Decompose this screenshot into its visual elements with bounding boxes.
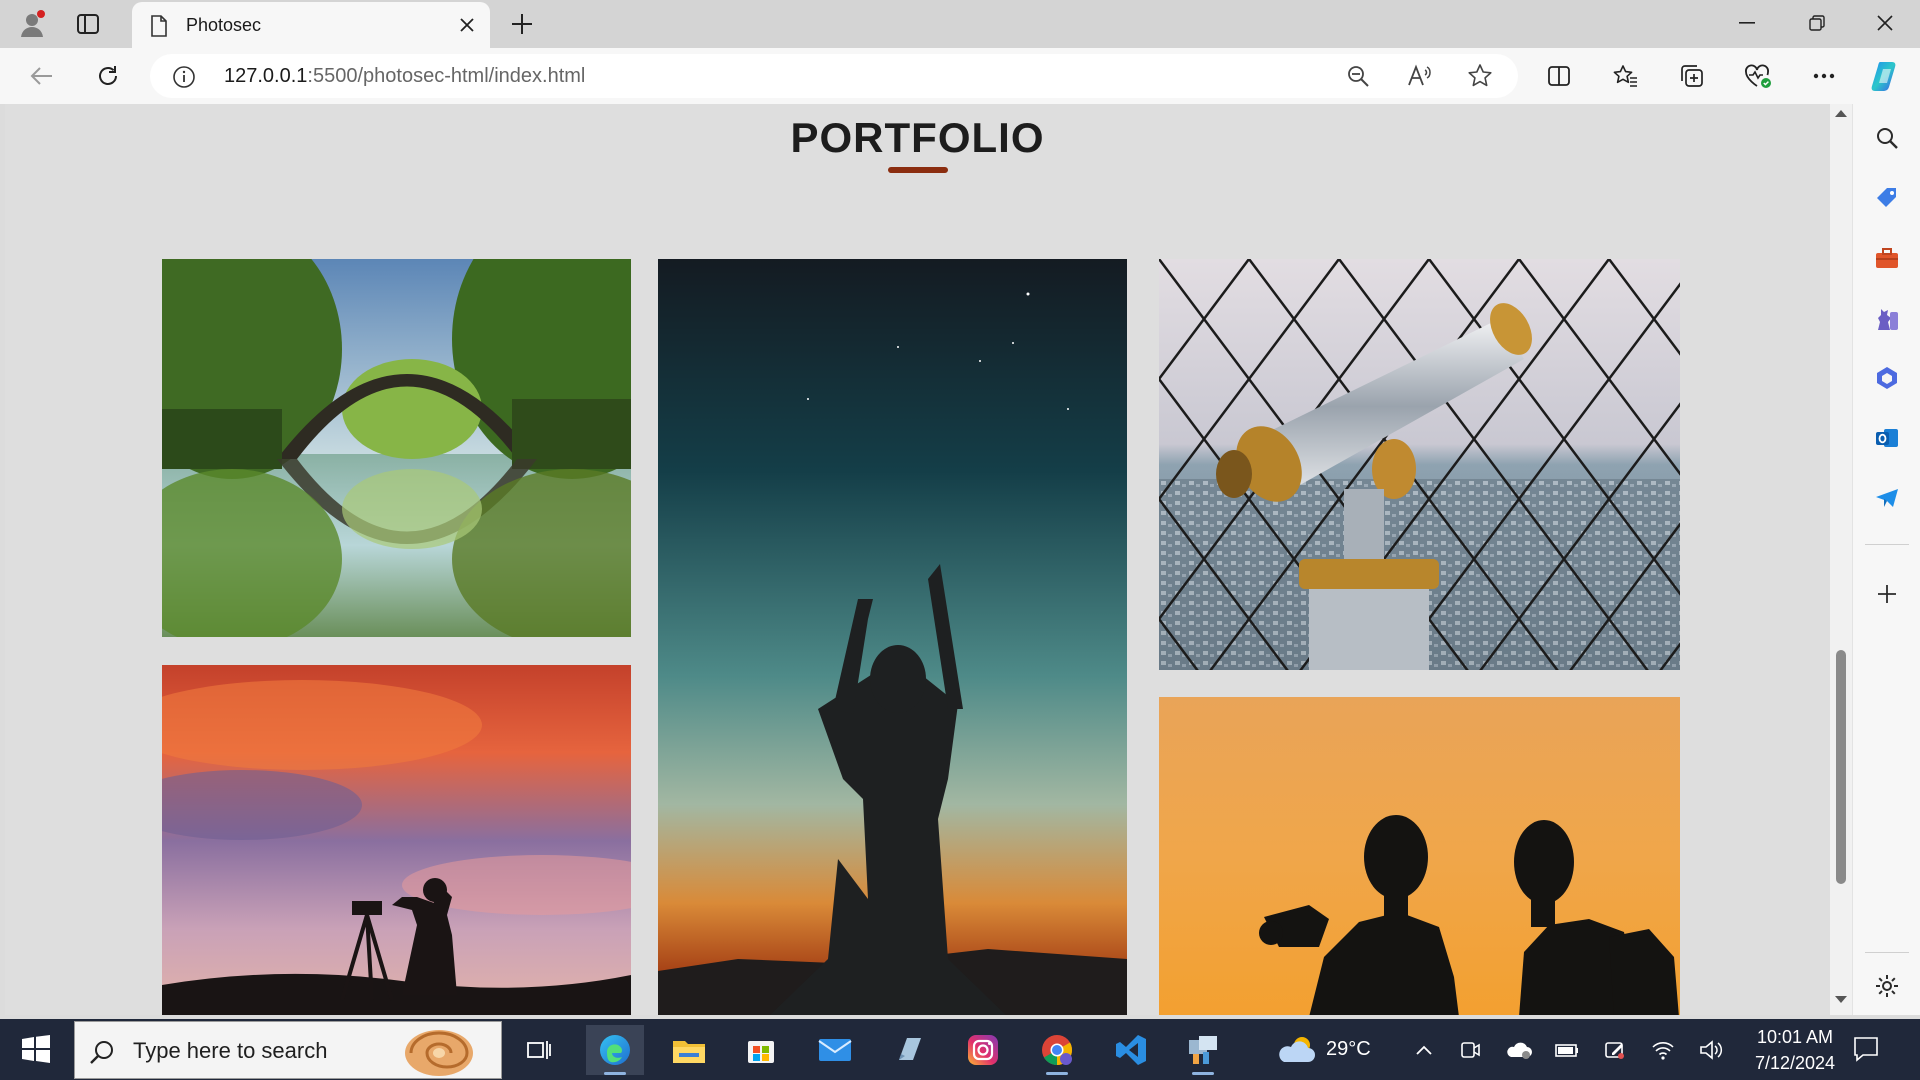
send-telegram-icon[interactable] bbox=[1867, 478, 1907, 518]
taskbar-edge-icon[interactable] bbox=[586, 1025, 644, 1075]
outlook-icon[interactable] bbox=[1867, 418, 1907, 458]
close-window-icon[interactable] bbox=[1852, 0, 1918, 46]
photo-crescent-moon-silhouette[interactable] bbox=[658, 259, 1127, 1015]
favorite-star-icon[interactable] bbox=[1462, 58, 1498, 94]
taskbar-search-box[interactable]: Type here to search bbox=[74, 1021, 502, 1079]
sidebar-divider bbox=[1865, 544, 1909, 545]
read-aloud-icon[interactable] bbox=[1402, 58, 1438, 94]
split-screen-icon[interactable] bbox=[1539, 56, 1579, 96]
task-view-icon[interactable] bbox=[510, 1025, 568, 1075]
title-underline bbox=[888, 167, 948, 173]
weather-cloud-icon[interactable] bbox=[1276, 1034, 1318, 1066]
games-chess-icon[interactable] bbox=[1867, 298, 1907, 338]
tab-title: Photosec bbox=[186, 15, 262, 35]
shopping-tag-icon[interactable] bbox=[1867, 178, 1907, 218]
weather-temperature[interactable]: 29°C bbox=[1326, 1038, 1371, 1061]
volume-speaker-icon[interactable] bbox=[1697, 1037, 1725, 1063]
section-title: PORTFOLIO bbox=[790, 114, 1045, 161]
address-bar[interactable]: 127.0.0.1:5500/photosec-html/index.html bbox=[150, 54, 1518, 98]
onedrive-cloud-icon[interactable] bbox=[1505, 1037, 1533, 1063]
microsoft-365-icon[interactable] bbox=[1867, 358, 1907, 398]
tab-photosec[interactable]: Photosec bbox=[132, 2, 490, 48]
browser-toolbar: 127.0.0.1:5500/photosec-html/index.html bbox=[0, 48, 1920, 104]
search-icon bbox=[89, 1039, 115, 1065]
sidebar-settings-gear-icon[interactable] bbox=[1867, 966, 1907, 1006]
instagram-icon[interactable] bbox=[954, 1025, 1012, 1075]
mail-icon[interactable] bbox=[806, 1025, 864, 1075]
notes-app-icon[interactable] bbox=[880, 1025, 938, 1075]
windows-taskbar: Type here to search 29°C 10:01 AM 7/12/2… bbox=[0, 1019, 1920, 1080]
pen-workspace-icon[interactable] bbox=[1601, 1037, 1629, 1063]
new-tab-icon[interactable] bbox=[502, 6, 542, 42]
collections-icon[interactable] bbox=[1672, 56, 1712, 96]
profile-avatar-icon[interactable] bbox=[12, 6, 52, 42]
address-host: 127.0.0.1 bbox=[224, 65, 308, 87]
copilot-icon[interactable] bbox=[1866, 56, 1906, 96]
address-path: :5500/photosec-html/index.html bbox=[307, 65, 586, 87]
tab-actions-icon[interactable] bbox=[68, 6, 108, 42]
photo-stone-arch-bridge[interactable] bbox=[162, 259, 631, 637]
refresh-icon[interactable] bbox=[88, 56, 128, 96]
file-explorer-icon[interactable] bbox=[660, 1025, 718, 1075]
favorites-icon[interactable] bbox=[1606, 56, 1646, 96]
meet-now-icon[interactable] bbox=[1456, 1037, 1484, 1063]
address-url[interactable]: 127.0.0.1:5500/photosec-html/index.html bbox=[224, 65, 585, 88]
minimize-icon[interactable] bbox=[1714, 0, 1780, 46]
taskbar-search-placeholder: Type here to search bbox=[133, 1038, 328, 1063]
wifi-icon[interactable] bbox=[1649, 1037, 1677, 1063]
photo-two-photographers[interactable] bbox=[1159, 697, 1680, 1015]
close-tab-icon[interactable] bbox=[454, 12, 480, 38]
restore-icon[interactable] bbox=[1784, 0, 1850, 46]
show-hidden-icons-chevron-icon[interactable] bbox=[1410, 1037, 1438, 1063]
clock-date[interactable]: 7/12/2024 bbox=[1740, 1053, 1850, 1074]
add-sidebar-app-icon[interactable] bbox=[1867, 574, 1907, 614]
scroll-down-arrow-icon[interactable] bbox=[1834, 995, 1848, 1005]
site-info-icon[interactable] bbox=[172, 65, 196, 89]
windows-start-icon[interactable] bbox=[14, 1031, 58, 1067]
page-scrollbar[interactable] bbox=[1830, 104, 1852, 1015]
photo-sunset-photographer[interactable] bbox=[162, 665, 631, 1015]
sidebar-divider bbox=[1865, 952, 1909, 953]
clock-time[interactable]: 10:01 AM bbox=[1740, 1027, 1850, 1048]
edge-sidebar bbox=[1852, 104, 1920, 1015]
page-viewport: PORTFOLIO bbox=[5, 104, 1830, 1015]
remote-desktop-icon[interactable] bbox=[1174, 1025, 1232, 1075]
photo-coin-binoculars[interactable] bbox=[1159, 259, 1680, 670]
back-icon[interactable] bbox=[22, 56, 62, 96]
scroll-up-arrow-icon[interactable] bbox=[1834, 108, 1848, 118]
zoom-out-icon[interactable] bbox=[1340, 58, 1376, 94]
page-icon bbox=[150, 15, 168, 37]
battery-icon[interactable] bbox=[1553, 1037, 1581, 1063]
tab-strip: Photosec bbox=[0, 0, 1920, 48]
vscode-icon[interactable] bbox=[1102, 1025, 1160, 1075]
scroll-thumb[interactable] bbox=[1836, 650, 1846, 884]
tools-briefcase-icon[interactable] bbox=[1867, 238, 1907, 278]
chrome-icon[interactable] bbox=[1028, 1025, 1086, 1075]
sidebar-search-icon[interactable] bbox=[1867, 118, 1907, 158]
browser-essentials-icon[interactable] bbox=[1738, 56, 1778, 96]
more-menu-icon[interactable] bbox=[1804, 56, 1844, 96]
search-highlight-shell-icon bbox=[397, 1025, 477, 1077]
notification-center-icon[interactable] bbox=[1852, 1035, 1880, 1063]
microsoft-store-icon[interactable] bbox=[732, 1025, 790, 1075]
